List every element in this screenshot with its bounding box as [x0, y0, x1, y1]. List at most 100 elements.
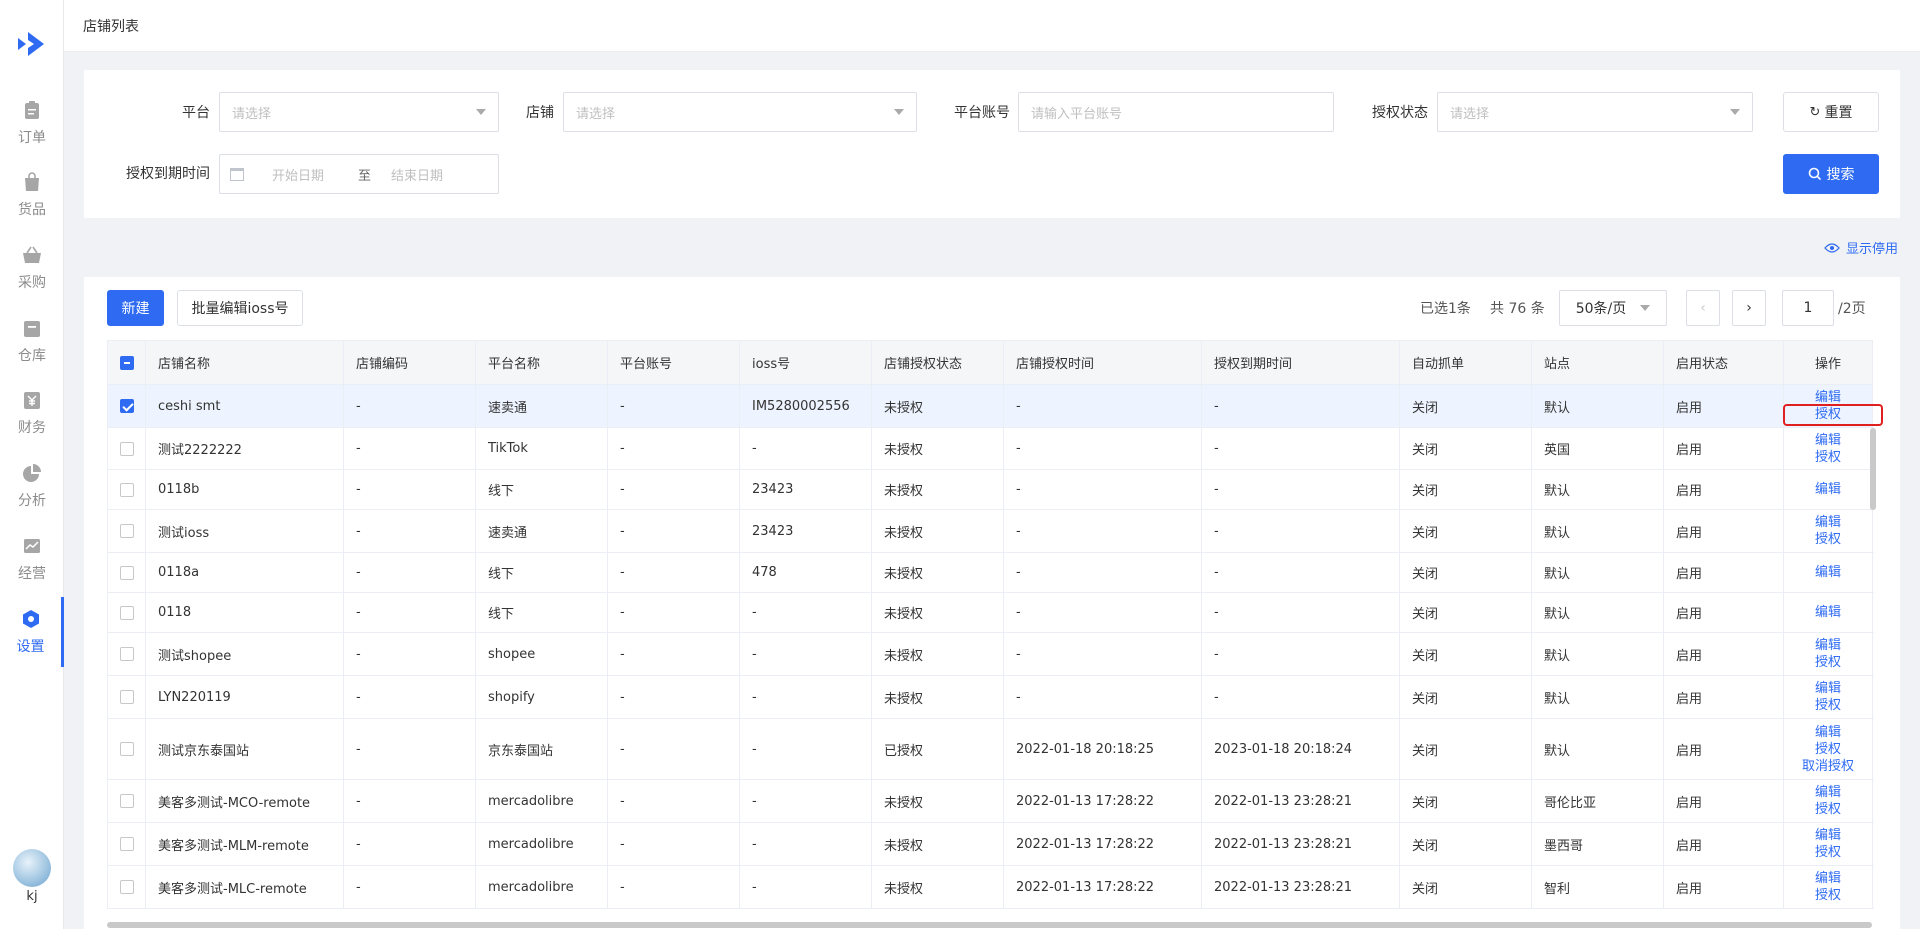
action-link[interactable]: 授权	[1785, 654, 1872, 671]
row-checkbox[interactable]	[119, 742, 134, 756]
action-link[interactable]: 授权	[1785, 741, 1872, 758]
row-checkbox[interactable]	[119, 837, 134, 851]
page-size-select[interactable]: 50条/页	[1559, 290, 1667, 326]
table-row[interactable]: ceshi smt - 速卖通 - IM5280002556 未授权 - - 关闭 默认 启用 编辑授…	[107, 384, 1873, 428]
action-link[interactable]: 编辑	[1785, 784, 1872, 801]
action-link[interactable]: 编辑	[1785, 637, 1872, 654]
row-checkbox[interactable]	[119, 690, 134, 704]
column-header: 店铺名称	[145, 340, 344, 385]
action-link[interactable]: 编辑	[1785, 604, 1872, 621]
app-logo-icon[interactable]	[14, 26, 50, 62]
column-header: ioss号	[739, 340, 872, 385]
cell-code: -	[343, 779, 476, 823]
row-checkbox[interactable]	[119, 565, 134, 580]
cell-ioss: -	[739, 865, 872, 909]
cell-site: 默认	[1531, 552, 1664, 593]
search-button[interactable]: 搜索	[1783, 154, 1879, 194]
auth-status-select[interactable]: 请选择	[1437, 92, 1753, 132]
batch-edit-ioss-button[interactable]: 批量编辑ioss号	[177, 290, 303, 326]
cell-auto: 关闭	[1399, 384, 1532, 428]
cell-auth_time: -	[1003, 427, 1202, 470]
table-row[interactable]: 0118b - 线下 -23423 未授权 - - 关闭 默认 启用 编辑	[107, 469, 1873, 510]
cell-account: -	[607, 384, 740, 428]
next-page-button[interactable]: ›	[1732, 290, 1766, 326]
account-input[interactable]: 请输入平台账号	[1018, 92, 1334, 132]
action-link[interactable]: 授权	[1785, 531, 1872, 548]
cell-enabled: 启用	[1663, 632, 1784, 676]
table-row[interactable]: 测试京东泰国站 - 京东泰国站 - - 已授权 2022-01-18 20:18:25 202…	[107, 718, 1873, 780]
shop-select[interactable]: 请选择	[563, 92, 917, 132]
page-number-input[interactable]: 1	[1782, 290, 1834, 326]
row-checkbox[interactable]	[119, 482, 134, 497]
row-checkbox[interactable]	[119, 441, 134, 456]
row-select-cell	[107, 427, 146, 470]
platform-select[interactable]: 请选择	[219, 92, 499, 132]
end-date-placeholder[interactable]: 结束日期	[391, 165, 443, 184]
actions-cell: 编辑 授权	[1783, 509, 1873, 553]
action-link[interactable]: 编辑	[1785, 827, 1872, 844]
table-row[interactable]: 美客多测试-MCO-remote - mercadolibre - - 未授权 2022-0…	[107, 779, 1873, 823]
user-menu[interactable]: kj	[13, 849, 51, 904]
row-checkbox[interactable]	[119, 647, 134, 661]
action-link[interactable]: 编辑	[1785, 870, 1872, 887]
start-date-placeholder[interactable]: 开始日期	[272, 165, 342, 184]
action-link[interactable]: 授权	[1785, 801, 1872, 818]
cell-auth: 未授权	[871, 632, 1004, 676]
prev-page-button[interactable]: ‹	[1686, 290, 1720, 326]
row-checkbox[interactable]	[119, 880, 134, 894]
vertical-scrollbar[interactable]	[1870, 428, 1876, 510]
row-checkbox[interactable]	[119, 524, 134, 538]
action-link[interactable]: 编辑	[1785, 481, 1872, 498]
sidebar-item-5[interactable]: 分析	[0, 451, 64, 521]
action-link[interactable]: 授权	[1785, 697, 1872, 714]
table-row[interactable]: 测试shopee - shopee - - 未授权 - - 关闭 默认 启用 编辑 授权	[107, 632, 1873, 676]
sidebar-item-2[interactable]: 采购	[0, 233, 64, 303]
action-link[interactable]: 授权	[1785, 844, 1872, 861]
row-checkbox[interactable]	[119, 605, 134, 620]
sidebar-item-1[interactable]: 货品	[0, 160, 64, 230]
table-row[interactable]: 美客多测试-MLC-remote - mercadolibre - - 未授权 2022-0…	[107, 865, 1873, 909]
table-row[interactable]: 测试2222222- TikTok - - 未授权 - - 关闭 英国 启用 编辑 授权	[107, 427, 1873, 470]
show-disabled-toggle[interactable]: 显示停用	[1824, 238, 1898, 257]
action-link[interactable]: 授权	[1785, 887, 1872, 904]
action-link[interactable]: 编辑	[1785, 724, 1872, 741]
action-link[interactable]: 授权	[1785, 406, 1872, 423]
new-shop-button[interactable]: 新建	[107, 290, 164, 326]
expire-date-range[interactable]: 开始日期 至 结束日期	[219, 154, 499, 194]
sidebar-item-3[interactable]: 仓库	[0, 306, 64, 376]
sidebar-item-0[interactable]: 订单	[0, 88, 64, 158]
sidebar-item-7[interactable]: 设置	[0, 597, 64, 667]
action-link[interactable]: 编辑	[1785, 680, 1872, 697]
cell-code: -	[343, 865, 476, 909]
action-link[interactable]: 编辑	[1785, 514, 1872, 531]
row-select-cell	[107, 822, 146, 866]
avatar[interactable]	[13, 849, 51, 887]
actions-cell: 编辑	[1783, 469, 1873, 510]
cell-expire: -	[1201, 675, 1400, 719]
horizontal-scrollbar[interactable]	[107, 922, 1872, 928]
action-link[interactable]: 编辑	[1785, 389, 1872, 406]
table-row[interactable]: LYN220119- shopify - - 未授权 - - 关闭 默认 启用 编辑 授权	[107, 675, 1873, 719]
action-link[interactable]: 取消授权	[1785, 758, 1872, 775]
cell-code: -	[343, 632, 476, 676]
sidebar-item-4[interactable]: 财务	[0, 378, 64, 448]
sidebar-item-6[interactable]: 经营	[0, 524, 64, 594]
row-checkbox[interactable]	[119, 794, 134, 808]
row-checkbox[interactable]	[119, 399, 134, 413]
table-row[interactable]: 0118- 线下 - - 未授权 - - 关闭 默认 启用 编辑	[107, 592, 1873, 633]
action-link[interactable]: 编辑	[1785, 564, 1872, 581]
column-header: 站点	[1531, 340, 1664, 385]
table-row[interactable]: 0118a - 线下 -478 未授权 - - 关闭 默认 启用 编辑	[107, 552, 1873, 593]
cell-name: 测试ioss	[145, 509, 344, 553]
table-row[interactable]: 测试ioss - 速卖通 -23423 未授权 - - 关闭 默认 启用 编辑 授权	[107, 509, 1873, 553]
sidebar-item-label: 订单	[18, 130, 46, 146]
select-all-checkbox[interactable]	[119, 355, 134, 370]
actions-cell: 编辑 授权	[1783, 632, 1873, 676]
cell-name: 美客多测试-MCO-remote	[145, 779, 344, 823]
action-link[interactable]: 授权	[1785, 449, 1872, 466]
cell-expire: -	[1201, 384, 1400, 428]
reset-button[interactable]: ↻ 重置	[1783, 92, 1879, 132]
action-link[interactable]: 编辑	[1785, 432, 1872, 449]
table-row[interactable]: 美客多测试-MLM-remote - mercadolibre - - 未授权 2022-0…	[107, 822, 1873, 866]
cell-auth_time: 2022-01-18 20:18:25	[1003, 718, 1202, 780]
